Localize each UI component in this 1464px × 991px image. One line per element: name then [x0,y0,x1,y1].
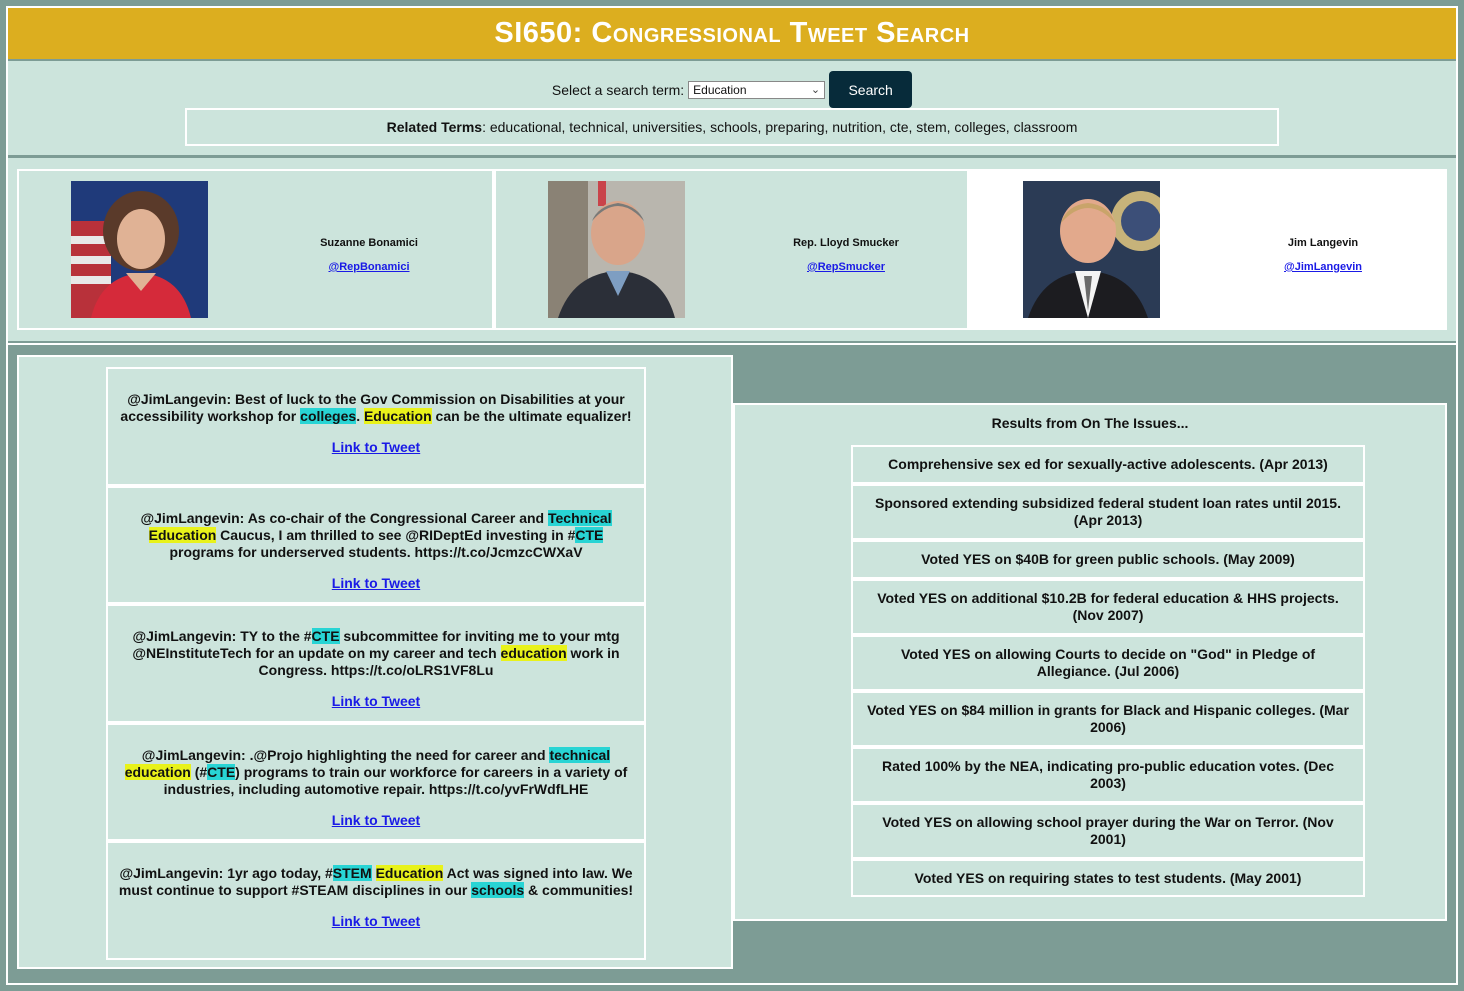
tweet-text: @JimLangevin: As co-chair of the Congres… [140,510,612,560]
rep-handle-link[interactable]: @RepBonamici [269,261,469,273]
highlight-search-term: Education [363,408,432,424]
rep-info-langevin: Jim Langevin @JimLangevin [1223,237,1423,273]
highlight-search-term: Education [375,865,444,881]
rep-handle-link[interactable]: @JimLangevin [1223,261,1423,273]
chevron-down-icon: ⌄ [810,83,821,96]
issue-item: Voted YES on allowing Courts to decide o… [851,635,1365,691]
tweet-text: @JimLangevin: 1yr ago today, #STEM Educa… [118,865,634,898]
tweet-card: @JimLangevin: 1yr ago today, #STEM Educa… [106,841,646,960]
tweet-card: @JimLangevin: Best of luck to the Gov Co… [106,367,646,486]
rep-photo-smucker [548,181,685,318]
related-terms-box: Related Terms : educational, technical, … [185,108,1279,146]
rep-card-bonamici: Suzanne Bonamici @RepBonamici [17,169,494,330]
tweet-link[interactable]: Link to Tweet [116,913,636,930]
tweet-link[interactable]: Link to Tweet [116,812,636,829]
highlight-search-term: education [124,764,191,780]
highlight-related-term: colleges [300,408,357,424]
tweet-card: @JimLangevin: .@Projo highlighting the n… [106,723,646,841]
issue-item: Voted YES on additional $10.2B for feder… [851,579,1365,635]
rep-info-smucker: Rep. Lloyd Smucker @RepSmucker [746,237,946,273]
highlight-related-term: CTE [575,527,604,543]
tweet-card: @JimLangevin: TY to the #CTE subcommitte… [106,604,646,723]
tweet-text: @JimLangevin: Best of luck to the Gov Co… [120,391,632,424]
highlight-search-term: education [500,645,567,661]
issue-item: Voted YES on $84 million in grants for B… [851,691,1365,747]
search-bar: Select a search term: Education ⌄ Search… [8,61,1456,155]
tweet-card: @JimLangevin: As co-chair of the Congres… [106,486,646,604]
page-title: SI650: Congressional Tweet Search [494,17,970,49]
search-term-selected: Education [693,82,747,97]
highlight-related-term: CTE [207,764,236,780]
issue-item: Voted YES on $40B for green public schoo… [851,540,1365,579]
tweet-link[interactable]: Link to Tweet [116,693,636,710]
highlight-related-term: CTE [311,628,340,644]
tweet-text: @JimLangevin: TY to the #CTE subcommitte… [132,628,620,678]
tweets-panel: @JimLangevin: Best of luck to the Gov Co… [17,355,733,969]
issue-item: Rated 100% by the NEA, indicating pro-pu… [851,747,1365,803]
representatives-row: Suzanne Bonamici @RepBonamici Rep. Lloyd… [8,158,1456,341]
highlight-search-term: Education [148,527,217,543]
search-row: Select a search term: Education ⌄ Search [8,71,1456,108]
rep-name: Suzanne Bonamici [320,237,418,249]
rep-info-bonamici: Suzanne Bonamici @RepBonamici [269,237,469,273]
rep-name: Jim Langevin [1287,237,1359,249]
search-term-label: Select a search term: [551,81,685,98]
rep-card-langevin: Jim Langevin @JimLangevin [969,169,1447,330]
issue-item: Voted YES on requiring states to test st… [851,859,1365,897]
related-terms-label: Related Terms [386,119,483,135]
issues-panel: Results from On The Issues... Comprehens… [733,403,1447,921]
issue-item: Sponsored extending subsidized federal s… [851,484,1365,540]
issue-item: Voted YES on allowing school prayer duri… [851,803,1365,859]
issue-item: Comprehensive sex ed for sexually-active… [851,445,1365,484]
search-button[interactable]: Search [829,71,913,108]
highlight-related-term: STEM [332,865,372,881]
page-header: SI650: Congressional Tweet Search [8,8,1456,59]
rep-photo-langevin [1023,181,1160,318]
tweet-link[interactable]: Link to Tweet [116,575,636,592]
related-terms-list: : educational, technical, universities, … [482,119,1078,135]
rep-card-smucker: Rep. Lloyd Smucker @RepSmucker [494,169,969,330]
highlight-related-term: Technical [548,510,612,526]
rep-photo-bonamici [71,181,208,318]
tweet-text: @JimLangevin: .@Projo highlighting the n… [124,747,628,797]
results-area: @JimLangevin: Best of luck to the Gov Co… [8,343,1456,983]
rep-name: Rep. Lloyd Smucker [793,237,899,249]
highlight-related-term: technical [549,747,611,763]
rep-handle-link[interactable]: @RepSmucker [746,261,946,273]
tweet-link[interactable]: Link to Tweet [116,439,636,456]
issues-title: Results from On The Issues... [991,415,1189,431]
highlight-related-term: schools [471,882,525,898]
search-term-select[interactable]: Education ⌄ [688,80,826,99]
